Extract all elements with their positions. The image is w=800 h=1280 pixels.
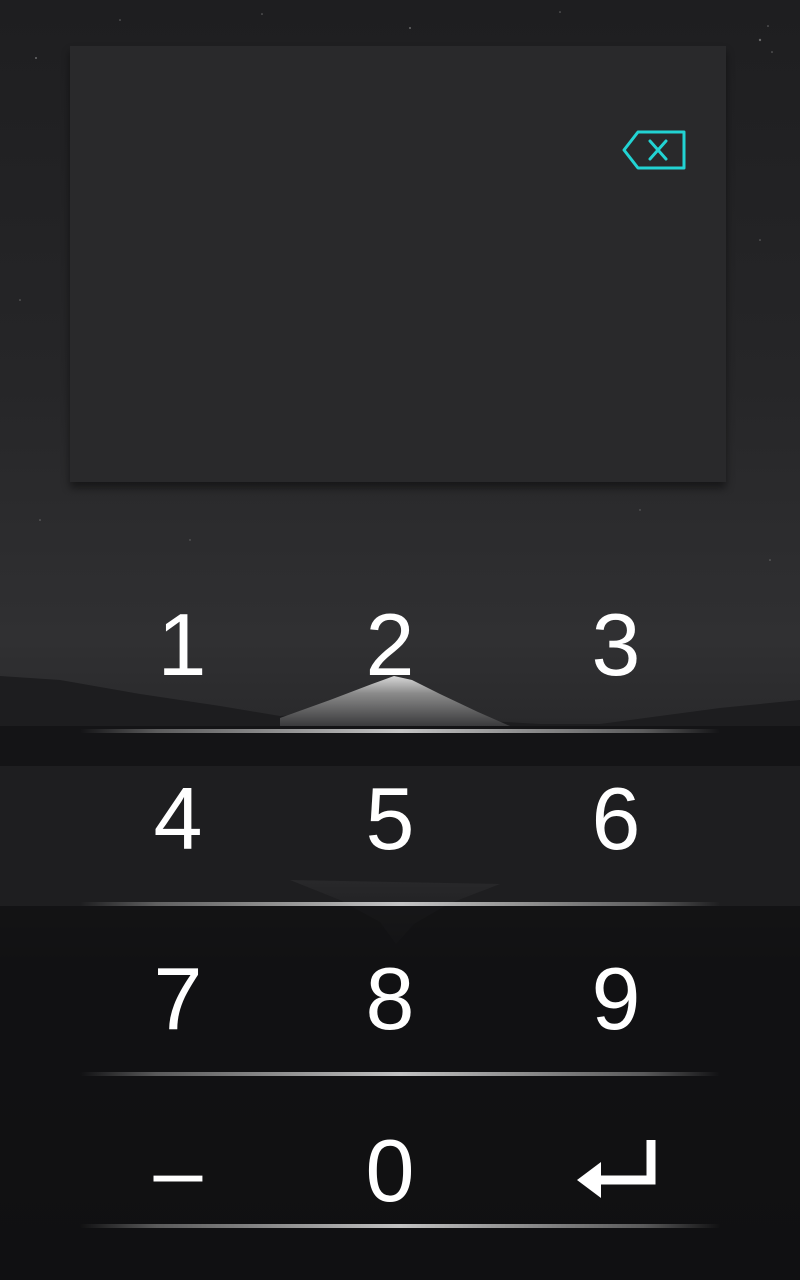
key-0-label: 0 <box>365 1121 415 1220</box>
key-3-label: 3 <box>591 595 641 694</box>
key-3[interactable]: 3 <box>516 570 716 720</box>
lock-screen: 1 2 3 4 5 6 7 8 9 – 0 <box>0 0 800 1280</box>
key-7[interactable]: 7 <box>78 924 278 1074</box>
key-1-label: 1 <box>157 595 207 694</box>
row-divider-3 <box>80 1072 720 1076</box>
backspace-button[interactable] <box>620 128 688 172</box>
row-divider-2 <box>80 902 720 906</box>
key-5[interactable]: 5 <box>290 744 490 894</box>
key-7-label: 7 <box>153 949 203 1048</box>
row-divider-1 <box>80 729 720 733</box>
key-6[interactable]: 6 <box>516 744 716 894</box>
key-4[interactable]: 4 <box>78 744 278 894</box>
key-4-label: 4 <box>153 769 203 868</box>
row-divider-4 <box>80 1224 720 1228</box>
key-6-label: 6 <box>591 769 641 868</box>
key-2[interactable]: 2 <box>290 570 490 720</box>
key-5-label: 5 <box>365 769 415 868</box>
key-1[interactable]: 1 <box>82 570 282 720</box>
enter-arrow-icon <box>577 1140 656 1198</box>
key-9-label: 9 <box>591 949 641 1048</box>
backspace-icon <box>622 130 686 170</box>
key-8[interactable]: 8 <box>290 924 490 1074</box>
key-minus-label: – <box>153 1121 203 1220</box>
pin-display-panel <box>70 46 726 482</box>
key-9[interactable]: 9 <box>516 924 716 1074</box>
key-8-label: 8 <box>365 949 415 1048</box>
key-2-label: 2 <box>365 595 415 694</box>
